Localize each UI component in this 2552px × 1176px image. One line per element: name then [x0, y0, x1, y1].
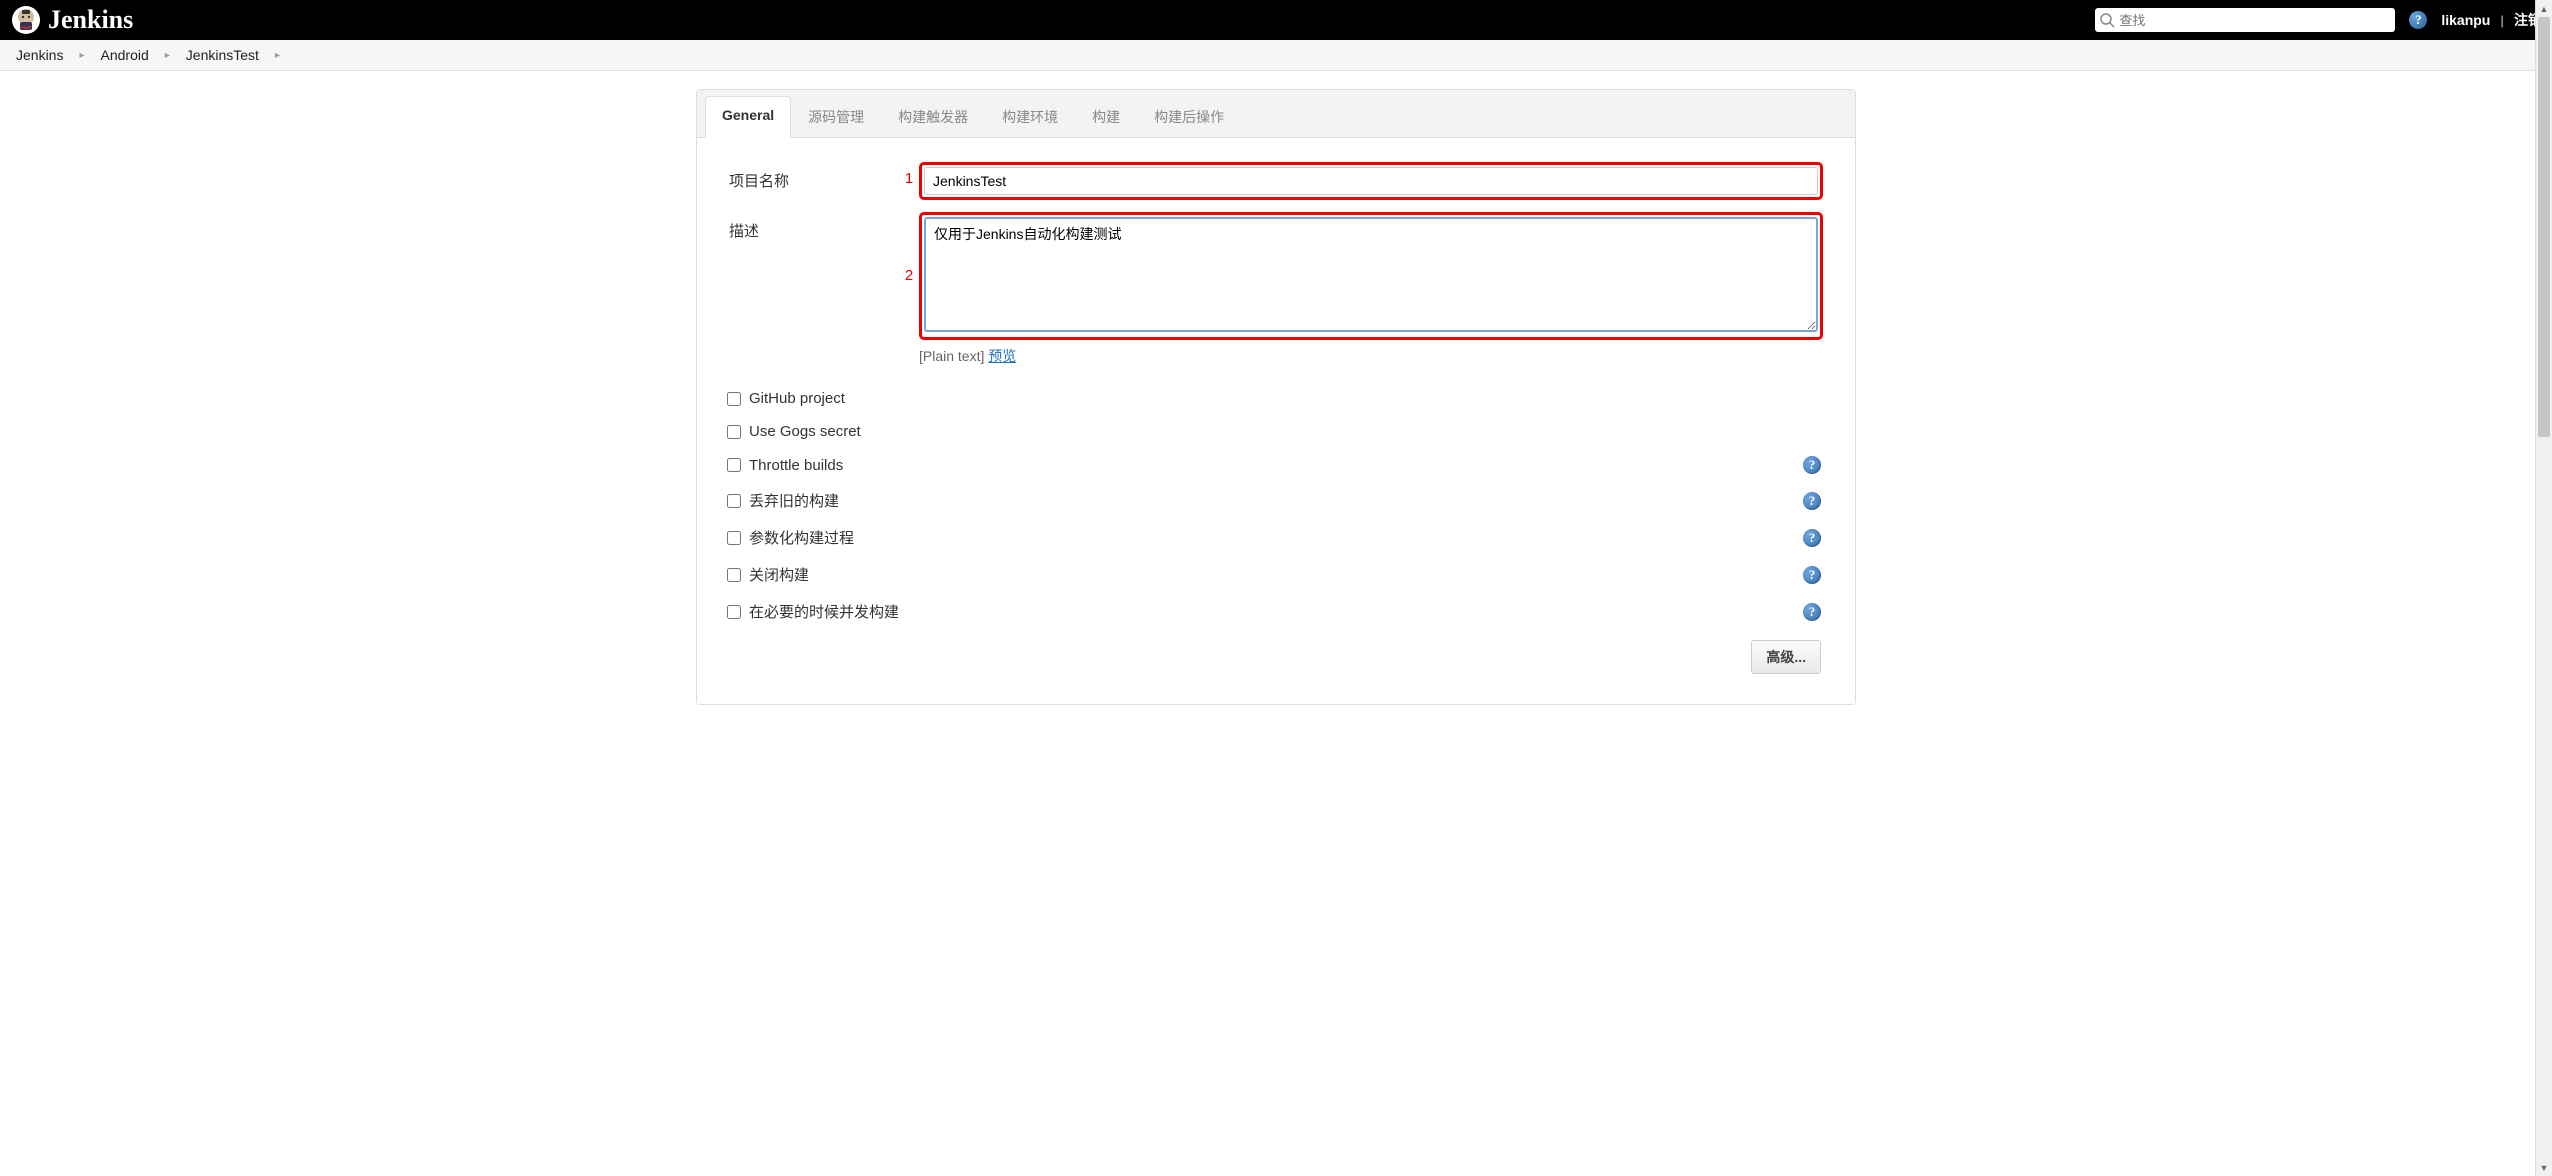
header-help[interactable]: ? — [2409, 11, 2427, 29]
tab-build-env[interactable]: 构建环境 — [985, 96, 1075, 137]
checkbox-label[interactable]: 关闭构建 — [749, 564, 1803, 585]
checkbox-row-gogs: Use Gogs secret — [709, 415, 1843, 448]
breadcrumb-item[interactable]: JenkinsTest — [182, 45, 263, 65]
checkbox-discard-old[interactable] — [727, 494, 741, 508]
tab-scm[interactable]: 源码管理 — [791, 96, 881, 137]
checkbox-row-throttle: Throttle builds ? — [709, 448, 1843, 482]
row-description: 描述 2 [Plain text] 预览 — [709, 208, 1843, 370]
help-icon: ? — [2409, 11, 2427, 29]
brand-text: Jenkins — [48, 5, 133, 35]
label-description: 描述 — [709, 212, 899, 241]
config-panel: General 源码管理 构建触发器 构建环境 构建 构建后操作 项目名称 1 — [696, 89, 1856, 705]
tab-general[interactable]: General — [705, 96, 791, 138]
scroll-up-icon[interactable]: ▲ — [2536, 0, 2552, 17]
chevron-right-icon: ▸ — [71, 50, 92, 61]
description-textarea[interactable] — [924, 217, 1818, 332]
checkbox-label[interactable]: GitHub project — [749, 390, 1843, 407]
checkbox-row-disable: 关闭构建 ? — [709, 556, 1843, 593]
checkbox-row-discard: 丢弃旧的构建 ? — [709, 482, 1843, 519]
checkbox-label[interactable]: Throttle builds — [749, 457, 1803, 474]
username-link[interactable]: likanpu — [2441, 12, 2490, 28]
checkbox-parameterized[interactable] — [727, 531, 741, 545]
chevron-right-icon: ▸ — [267, 50, 288, 61]
main-content: General 源码管理 构建触发器 构建环境 构建 构建后操作 项目名称 1 — [696, 89, 1856, 705]
help-icon[interactable]: ? — [1803, 566, 1821, 584]
breadcrumb-item[interactable]: Android — [97, 45, 153, 65]
vertical-scrollbar[interactable]: ▲ ▼ — [2535, 0, 2552, 1176]
search-box[interactable] — [2095, 8, 2395, 32]
preview-link[interactable]: 预览 — [988, 348, 1016, 364]
advanced-button[interactable]: 高级... — [1751, 640, 1821, 674]
jenkins-logo[interactable]: Jenkins — [10, 4, 133, 36]
separator: | — [2500, 13, 2504, 28]
checkbox-gogs-secret[interactable] — [727, 425, 741, 439]
scrollbar-thumb[interactable] — [2538, 17, 2550, 437]
label-project-name: 项目名称 — [709, 162, 899, 191]
help-icon[interactable]: ? — [1803, 603, 1821, 621]
checkbox-disable-build[interactable] — [727, 568, 741, 582]
annotation-2: 2 — [899, 212, 919, 284]
header-user-area: likanpu | 注销 — [2441, 10, 2542, 30]
tab-build[interactable]: 构建 — [1075, 96, 1137, 137]
project-name-input[interactable] — [924, 167, 1818, 195]
search-icon — [2099, 12, 2115, 28]
annotation-1: 1 — [899, 162, 919, 187]
checkbox-label[interactable]: 参数化构建过程 — [749, 527, 1803, 548]
scroll-down-icon[interactable]: ▼ — [2536, 1159, 2552, 1176]
checkbox-throttle[interactable] — [727, 458, 741, 472]
tab-triggers[interactable]: 构建触发器 — [881, 96, 985, 137]
help-icon[interactable]: ? — [1803, 529, 1821, 547]
checkbox-row-param: 参数化构建过程 ? — [709, 519, 1843, 556]
checkbox-row-concurrent: 在必要的时候并发构建 ? — [709, 593, 1843, 630]
checkbox-label[interactable]: 在必要的时候并发构建 — [749, 601, 1803, 622]
config-tabs: General 源码管理 构建触发器 构建环境 构建 构建后操作 — [697, 90, 1855, 138]
description-footer: [Plain text] 预览 — [919, 346, 1823, 366]
checkbox-concurrent[interactable] — [727, 605, 741, 619]
tab-post-build[interactable]: 构建后操作 — [1137, 96, 1241, 137]
highlight-box-2 — [919, 212, 1823, 340]
breadcrumb-item[interactable]: Jenkins — [12, 45, 67, 65]
jenkins-head-icon — [10, 4, 42, 36]
checkbox-label[interactable]: 丢弃旧的构建 — [749, 490, 1803, 511]
chevron-right-icon: ▸ — [157, 50, 178, 61]
search-input[interactable] — [2115, 13, 2391, 28]
checkbox-label[interactable]: Use Gogs secret — [749, 423, 1843, 440]
help-icon[interactable]: ? — [1803, 492, 1821, 510]
row-project-name: 项目名称 1 — [709, 158, 1843, 204]
highlight-box-1 — [919, 162, 1823, 200]
top-header: Jenkins ? likanpu | 注销 — [0, 0, 2552, 40]
format-label: [Plain text] — [919, 348, 984, 364]
tab-content-general: 项目名称 1 描述 2 [Plain text] — [697, 138, 1855, 704]
help-icon[interactable]: ? — [1803, 456, 1821, 474]
checkbox-github-project[interactable] — [727, 392, 741, 406]
checkbox-row-github: GitHub project — [709, 382, 1843, 415]
breadcrumb: Jenkins ▸ Android ▸ JenkinsTest ▸ — [0, 40, 2552, 71]
advanced-row: 高级... — [709, 630, 1843, 674]
